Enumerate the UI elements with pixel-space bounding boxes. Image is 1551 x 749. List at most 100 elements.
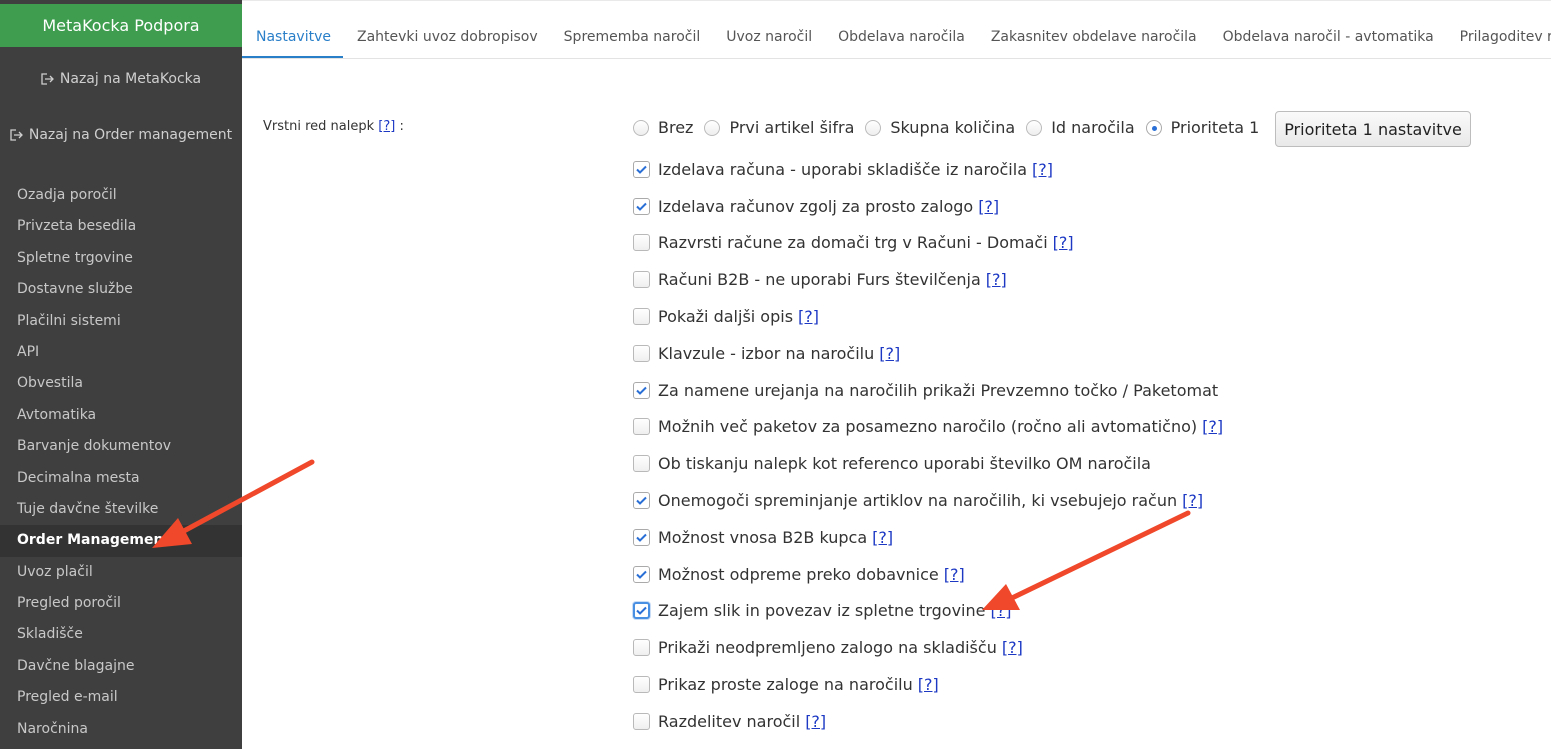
setting-checkbox[interactable]	[633, 234, 650, 252]
help-link[interactable]: [?]	[879, 344, 900, 363]
radio-option[interactable]: Prvi artikel šifra	[704, 118, 854, 137]
help-link[interactable]: [?]	[990, 601, 1011, 620]
sidebar-item[interactable]: Dostavne službe	[0, 274, 242, 305]
checkbox-row: Razvrsti račune za domači trg v Računi -…	[633, 225, 1223, 262]
tab[interactable]: Zahtevki uvoz dobropisov	[343, 4, 550, 58]
setting-checkbox[interactable]	[633, 308, 650, 326]
radio-button[interactable]	[704, 119, 721, 136]
setting-checkbox[interactable]	[633, 528, 650, 546]
tab[interactable]: Uvoz naročil	[712, 4, 824, 58]
setting-checkbox[interactable]	[633, 381, 650, 399]
radio-option[interactable]: Brez	[633, 118, 693, 137]
help-link[interactable]: [?]	[1032, 160, 1053, 179]
back-to-order-management-link[interactable]: Nazaj na Order management	[0, 122, 242, 148]
checkbox-row: Izdelava računa - uporabi skladišče iz n…	[633, 151, 1223, 188]
help-link[interactable]: [?]	[1182, 491, 1203, 510]
checkbox-label[interactable]: Pokaži daljši opis	[658, 307, 793, 326]
radio-option[interactable]: Prioriteta 1	[1145, 118, 1259, 137]
checkbox-row: Za namene urejanja na naročilih prikaži …	[633, 372, 1223, 409]
checkbox-label[interactable]: Možnost odpreme preko dobavnice	[658, 565, 939, 584]
sidebar-item[interactable]: Privzeta besedila	[0, 211, 242, 242]
checkbox-row: Prikaži neodpremljeno zalogo na skladišč…	[633, 629, 1223, 666]
help-link[interactable]: [?]	[978, 197, 999, 216]
checkbox-label[interactable]: Ob tiskanju nalepk kot referenco uporabi…	[658, 454, 1151, 473]
checkbox-label[interactable]: Onemogoči spreminjanje artiklov na naroč…	[658, 491, 1177, 510]
sidebar-item[interactable]: API	[0, 337, 242, 368]
checkbox-label[interactable]: Računi B2B - ne uporabi Furs števil­čenj…	[658, 270, 981, 289]
sidebar-item[interactable]: Spletne trgovine	[0, 243, 242, 274]
setting-checkbox[interactable]	[633, 160, 650, 178]
help-link[interactable]: [?]	[986, 270, 1007, 289]
help-link[interactable]: [?]	[805, 712, 826, 731]
help-link[interactable]: [?]	[918, 675, 939, 694]
sidebar-item[interactable]: Davčne blagajne	[0, 651, 242, 682]
radio-button[interactable]	[1026, 119, 1043, 136]
setting-checkbox[interactable]	[633, 197, 650, 215]
sidebar-item[interactable]: Naročnina	[0, 714, 242, 745]
setting-checkbox[interactable]	[633, 639, 650, 657]
setting-checkbox[interactable]	[633, 455, 650, 473]
radio-button[interactable]	[633, 119, 649, 136]
checkbox-label[interactable]: Zajem slik in povezav iz spletne trgovin…	[658, 601, 985, 620]
radio-button[interactable]	[1145, 119, 1162, 136]
checkmark-icon	[636, 570, 647, 579]
sidebar-item[interactable]: Avtomatika	[0, 400, 242, 431]
sidebar-item[interactable]: Decimalna mesta	[0, 463, 242, 494]
checkbox-label[interactable]: Klavzule - izbor na naročilu	[658, 344, 874, 363]
brand-title[interactable]: MetaKocka Podpora	[0, 4, 242, 47]
help-link[interactable]: [?]	[798, 307, 819, 326]
help-link[interactable]: [?]	[1053, 233, 1074, 252]
sidebar-item[interactable]: Pregled poročil	[0, 588, 242, 619]
setting-checkbox[interactable]	[633, 271, 650, 289]
radio-label: Brez	[658, 118, 694, 137]
sidebar-item[interactable]: Ozadja poročil	[0, 180, 242, 211]
help-link[interactable]: [?]	[1002, 638, 1023, 657]
checkbox-label[interactable]: Razdelitev naročil	[658, 712, 800, 731]
setting-checkbox[interactable]	[633, 565, 650, 583]
tab[interactable]: Zakasnitev obdelave naročila	[977, 4, 1209, 58]
tab[interactable]: Nastavitve	[242, 4, 343, 58]
setting-checkbox[interactable]	[633, 492, 650, 510]
checkbox-label[interactable]: Razvrsti račune za domači trg v Računi -…	[658, 233, 1048, 252]
checkbox-row: Možnost vnosa B2B kupca [?]	[633, 519, 1223, 556]
setting-checkbox[interactable]	[633, 676, 650, 694]
tab[interactable]: Prilagoditev računa	[1446, 4, 1551, 58]
checkbox-row: Klavzule - izbor na naročilu [?]	[633, 335, 1223, 372]
checkbox-row: Ob tiskanju nalepk kot referenco uporabi…	[633, 445, 1223, 482]
checkbox-label[interactable]: Prikaz proste zaloge na naročilu	[658, 675, 913, 694]
checkbox-label[interactable]: Izdelava računov zgolj za prosto zalogo	[658, 197, 973, 216]
setting-checkbox[interactable]	[633, 418, 650, 436]
back-to-metakocka-link[interactable]: Nazaj na MetaKocka	[0, 66, 242, 92]
help-link[interactable]: [?]	[944, 565, 965, 584]
tab[interactable]: Sprememba naročil	[550, 4, 713, 58]
checkbox-row: Onemogoči spreminjanje artiklov na naroč…	[633, 482, 1223, 519]
sidebar-item[interactable]: Obvestila	[0, 368, 242, 399]
sidebar-item[interactable]: Barvanje dokumentov	[0, 431, 242, 462]
checkbox-label[interactable]: Za namene urejanja na naročilih prikaži …	[658, 381, 1218, 400]
help-link[interactable]: [?]	[378, 119, 395, 134]
sidebar-item[interactable]: Pregled e-mail	[0, 682, 242, 713]
sidebar-item[interactable]: Skladišče	[0, 619, 242, 650]
radio-option[interactable]: Id naročila	[1026, 118, 1135, 137]
checkbox-label[interactable]: Možnih več paketov za posamezno naročilo…	[658, 417, 1197, 436]
checkbox-label[interactable]: Prikaži neodpremljeno zalogo na skladišč…	[658, 638, 997, 657]
tab[interactable]: Obdelava naročila	[824, 4, 977, 58]
sticker-order-label: Vrstni red nalepk [?] :	[263, 119, 404, 134]
setting-checkbox[interactable]	[633, 602, 650, 620]
sidebar-item[interactable]: Plačilni sistemi	[0, 306, 242, 337]
sidebar-item[interactable]: Tuje davčne številke	[0, 494, 242, 525]
setting-checkbox[interactable]	[633, 712, 650, 730]
help-link[interactable]: [?]	[1202, 417, 1223, 436]
sticker-order-text: Vrstni red nalepk	[263, 119, 375, 134]
checkbox-label[interactable]: Izdelava računa - uporabi skladišče iz n…	[658, 160, 1027, 179]
sidebar-item[interactable]: Uvoz plačil	[0, 557, 242, 588]
radio-label: Id naročila	[1051, 118, 1135, 137]
priority-1-settings-button[interactable]: Prioriteta 1 nastavitve	[1275, 111, 1471, 147]
sidebar-item[interactable]: Order Management	[0, 525, 242, 557]
checkbox-label[interactable]: Možnost vnosa B2B kupca	[658, 528, 867, 547]
help-link[interactable]: [?]	[872, 528, 893, 547]
radio-option[interactable]: Skupna količina	[865, 118, 1015, 137]
tab[interactable]: Obdelava naročil - avtomatika	[1209, 4, 1446, 58]
radio-button[interactable]	[865, 119, 882, 136]
setting-checkbox[interactable]	[633, 344, 650, 362]
